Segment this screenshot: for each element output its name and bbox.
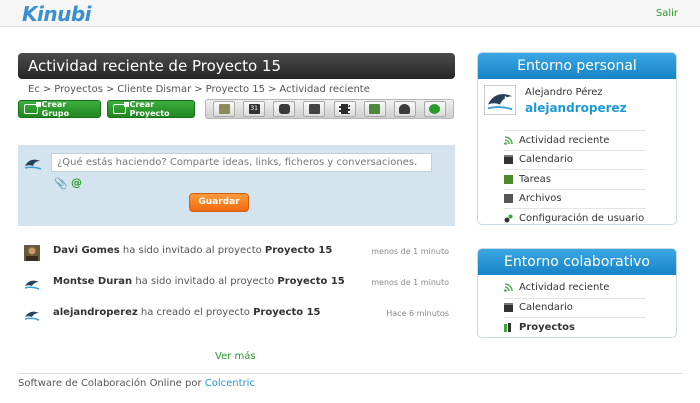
- app-logo[interactable]: Kinubi: [22, 2, 92, 26]
- footer: Software de Colaboración Online por Colc…: [18, 378, 255, 389]
- projects-icon: [504, 322, 511, 332]
- collab-item-calendar[interactable]: Calendario: [504, 297, 646, 318]
- page-title: Actividad reciente de Proyecto 15: [28, 57, 282, 75]
- module-toolbar: 31: [205, 99, 454, 119]
- breadcrumb-item[interactable]: Ec: [28, 84, 40, 95]
- dolphin-avatar-icon[interactable]: [24, 307, 40, 323]
- create-group-button[interactable]: Crear Grupo: [18, 100, 101, 118]
- breadcrumb-current: Actividad reciente: [279, 84, 370, 95]
- calendar-icon[interactable]: 31: [243, 101, 266, 117]
- feed-item: Montse Duran ha sido invitado al proyect…: [18, 273, 455, 295]
- menu-label: Configuración de usuario: [519, 212, 645, 224]
- personal-item-settings[interactable]: Configuración de usuario: [504, 208, 646, 224]
- user-photo-avatar[interactable]: [24, 245, 40, 261]
- collab-menu: Actividad reciente Calendario Proyectos: [504, 278, 646, 337]
- feed-time: menos de 1 minuto: [371, 278, 449, 287]
- feed-time: menos de 1 minuto: [371, 247, 449, 256]
- personal-item-calendar[interactable]: Calendario: [504, 149, 646, 170]
- users-icon[interactable]: [393, 101, 416, 117]
- gear-icon: [504, 214, 513, 223]
- calendar-icon: [504, 155, 513, 165]
- chat-icon[interactable]: [273, 101, 296, 117]
- tasks-icon: [504, 174, 513, 184]
- save-button[interactable]: Guardar: [189, 193, 249, 212]
- group-add-icon: [24, 102, 41, 114]
- personal-panel-title: Entorno personal: [478, 53, 676, 79]
- footer-divider: [18, 373, 683, 374]
- personal-menu: Actividad reciente Calendario Tareas Arc…: [504, 130, 646, 224]
- menu-label: Actividad reciente: [519, 282, 610, 294]
- list-icon[interactable]: [213, 101, 236, 117]
- personal-item-files[interactable]: Archivos: [504, 188, 646, 209]
- rss-icon: [504, 283, 513, 293]
- dolphin-avatar-icon[interactable]: [484, 85, 516, 115]
- dolphin-avatar-icon[interactable]: [24, 276, 40, 292]
- feed-user[interactable]: Davi Gomes: [53, 245, 120, 256]
- feed-text: Montse Duran ha sido invitado al proyect…: [53, 276, 345, 287]
- breadcrumb: Ec > Proyectos > Cliente Dismar > Proyecto 15 >…: [28, 84, 370, 95]
- menu-label: Calendario: [519, 302, 573, 314]
- attach-icon[interactable]: 📎: [54, 177, 68, 190]
- personal-item-activity[interactable]: Actividad reciente: [504, 130, 646, 150]
- footer-text: Software de Colaboración Online por: [18, 378, 205, 389]
- create-group-label: Crear Grupo: [41, 100, 70, 118]
- menu-label: Tareas: [519, 173, 551, 185]
- breadcrumb-item[interactable]: Cliente Dismar: [117, 84, 191, 95]
- dolphin-avatar-icon: [24, 159, 42, 170]
- user-box: Alejandro Pérez alejandroperez: [478, 79, 676, 120]
- menu-label: Actividad reciente: [519, 134, 610, 146]
- feed-target[interactable]: Proyecto 15: [277, 276, 344, 287]
- top-bar: Kinubi Salir: [0, 0, 700, 27]
- status-input[interactable]: ¿Qué estás haciendo? Comparte ideas, lin…: [51, 153, 432, 172]
- feed-action: ha sido invitado al proyecto: [119, 245, 265, 256]
- document-icon[interactable]: [303, 101, 326, 117]
- feed-user[interactable]: alejandroperez: [53, 307, 138, 318]
- menu-label: Archivos: [519, 193, 562, 205]
- calendar-icon: [504, 303, 513, 313]
- create-project-label: Crear Proyecto: [129, 100, 170, 118]
- folder-icon: [504, 194, 513, 204]
- feed-target[interactable]: Proyecto 15: [253, 307, 320, 318]
- logout-link[interactable]: Salir: [656, 8, 678, 19]
- personal-panel: Entorno personal Alejandro Pérez alejand…: [477, 52, 677, 225]
- feed-item: Davi Gomes ha sido invitado al proyecto …: [18, 242, 455, 264]
- footer-link[interactable]: Colcentric: [205, 378, 255, 389]
- breadcrumb-item[interactable]: Proyectos: [54, 84, 103, 95]
- feed-action: ha creado el proyecto: [137, 307, 254, 318]
- feed-text: Davi Gomes ha sido invitado al proyecto …: [53, 245, 332, 256]
- personal-item-tasks[interactable]: Tareas: [504, 169, 646, 189]
- project-add-icon: [113, 102, 129, 114]
- collab-item-projects[interactable]: Proyectos: [504, 317, 646, 337]
- collab-item-activity[interactable]: Actividad reciente: [504, 278, 646, 298]
- feed-time: Hace 6 minutos: [386, 309, 449, 318]
- mention-icon[interactable]: @: [71, 176, 82, 189]
- more-link[interactable]: Ver más: [215, 351, 256, 362]
- feed-item: alejandroperez ha creado el proyecto Pro…: [18, 304, 455, 326]
- page-title-bar: Actividad reciente de Proyecto 15: [18, 53, 455, 79]
- menu-label: Calendario: [519, 154, 573, 166]
- feed-action: ha sido invitado al proyecto: [132, 276, 278, 287]
- film-icon[interactable]: [333, 101, 356, 117]
- breadcrumb-item[interactable]: Proyecto 15: [206, 84, 265, 95]
- user-handle[interactable]: alejandroperez: [525, 101, 627, 115]
- create-project-button[interactable]: Crear Proyecto: [107, 100, 195, 118]
- status-update-box: ¿Qué estás haciendo? Comparte ideas, lin…: [18, 145, 455, 226]
- folder-icon[interactable]: [363, 101, 386, 117]
- feed-user[interactable]: Montse Duran: [53, 276, 132, 287]
- collab-panel: Entorno colaborativo Actividad reciente …: [477, 248, 677, 338]
- rss-icon: [504, 136, 513, 145]
- menu-label: Proyectos: [519, 321, 575, 333]
- settings-icon[interactable]: [423, 101, 446, 117]
- feed-text: alejandroperez ha creado el proyecto Pro…: [53, 307, 321, 318]
- feed-target[interactable]: Proyecto 15: [265, 245, 332, 256]
- collab-panel-title: Entorno colaborativo: [478, 249, 676, 275]
- user-full-name: Alejandro Pérez: [525, 87, 603, 98]
